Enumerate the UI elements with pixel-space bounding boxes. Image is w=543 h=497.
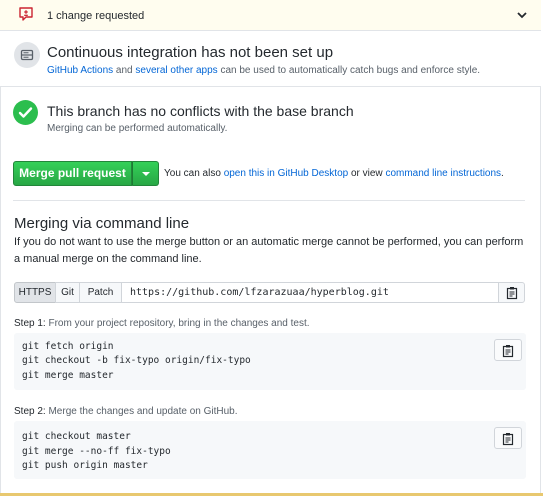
clipboard-icon xyxy=(502,433,514,446)
review-status-bar[interactable]: 1 change requested xyxy=(0,0,541,31)
step-1-number: Step 1: xyxy=(14,318,46,329)
step-2-text: Merge the changes and update on GitHub. xyxy=(45,406,238,417)
code-line: git push origin master xyxy=(22,460,148,471)
bottom-border xyxy=(0,493,543,496)
step-2-number: Step 2: xyxy=(14,406,46,417)
period: . xyxy=(501,168,504,179)
ci-desc-and: and xyxy=(113,65,136,76)
step-2-code-block: git checkout master git merge --no-ff fi… xyxy=(14,421,526,479)
chevron-down-icon[interactable] xyxy=(515,8,529,22)
protocol-git[interactable]: Git xyxy=(55,282,80,303)
step-1-label: Step 1: From your project repository, br… xyxy=(14,318,310,329)
code-line: git merge master xyxy=(22,370,114,381)
ci-description: GitHub Actions and several other apps ca… xyxy=(47,65,480,76)
open-in-desktop-link[interactable]: open this in GitHub Desktop xyxy=(224,168,349,179)
merge-alternatives-text: You can also open this in GitHub Desktop… xyxy=(164,168,504,179)
code-line: git merge --no-ff fix-typo xyxy=(22,446,171,457)
merge-method-dropdown[interactable] xyxy=(132,161,159,186)
merge-actions: Merge pull request You can also open thi… xyxy=(13,161,525,187)
change-requested-text: 1 change requested xyxy=(47,10,145,22)
check-icon xyxy=(18,107,33,118)
conflicts-title: This branch has no conflicts with the ba… xyxy=(47,103,354,119)
check-badge xyxy=(13,100,38,125)
command-line-instructions-link[interactable]: command line instructions xyxy=(385,168,501,179)
cli-description: If you do not want to use the merge butt… xyxy=(14,236,524,265)
cli-title: Merging via command line xyxy=(14,215,190,232)
clipboard-icon xyxy=(506,287,518,300)
protocol-https[interactable]: HTTPS xyxy=(14,282,56,303)
also-prefix: You can also xyxy=(164,168,224,179)
copy-clone-url-button[interactable] xyxy=(498,282,525,303)
step-2-label: Step 2: Merge the changes and update on … xyxy=(14,406,238,417)
ci-section: Continuous integration has not been set … xyxy=(0,31,541,87)
protocol-patch[interactable]: Patch xyxy=(79,282,122,303)
clone-url-input[interactable]: https://github.com/lfzarazuaa/hyperblog.… xyxy=(121,282,513,303)
other-apps-link[interactable]: several other apps xyxy=(135,65,217,76)
copy-step-1-button[interactable] xyxy=(494,339,522,361)
github-actions-link[interactable]: GitHub Actions xyxy=(47,65,113,76)
step-1-code-block: git fetch origin git checkout -b fix-typ… xyxy=(14,333,526,390)
conflicts-section: This branch has no conflicts with the ba… xyxy=(0,87,541,140)
ci-title: Continuous integration has not been set … xyxy=(47,44,334,61)
code-line: git checkout -b fix-typo origin/fix-typo xyxy=(22,355,251,366)
ci-badge xyxy=(14,42,40,68)
caret-down-icon xyxy=(142,172,150,176)
server-icon xyxy=(20,49,34,61)
clipboard-icon xyxy=(502,345,514,358)
clone-url-group: HTTPS Git Patch https://github.com/lfzar… xyxy=(14,282,526,303)
ci-desc-rest: can be used to automatically catch bugs … xyxy=(217,65,481,76)
section-divider xyxy=(13,200,525,201)
code-line: git checkout master xyxy=(22,431,131,442)
copy-step-2-button[interactable] xyxy=(494,427,522,449)
step-1-text: From your project repository, bring in t… xyxy=(45,318,310,329)
or-view-text: or view xyxy=(348,168,386,179)
conflicts-description: Merging can be performed automatically. xyxy=(47,123,228,134)
review-request-icon xyxy=(19,7,33,21)
merge-pull-request-button[interactable]: Merge pull request xyxy=(13,161,132,186)
code-line: git fetch origin xyxy=(22,341,114,352)
